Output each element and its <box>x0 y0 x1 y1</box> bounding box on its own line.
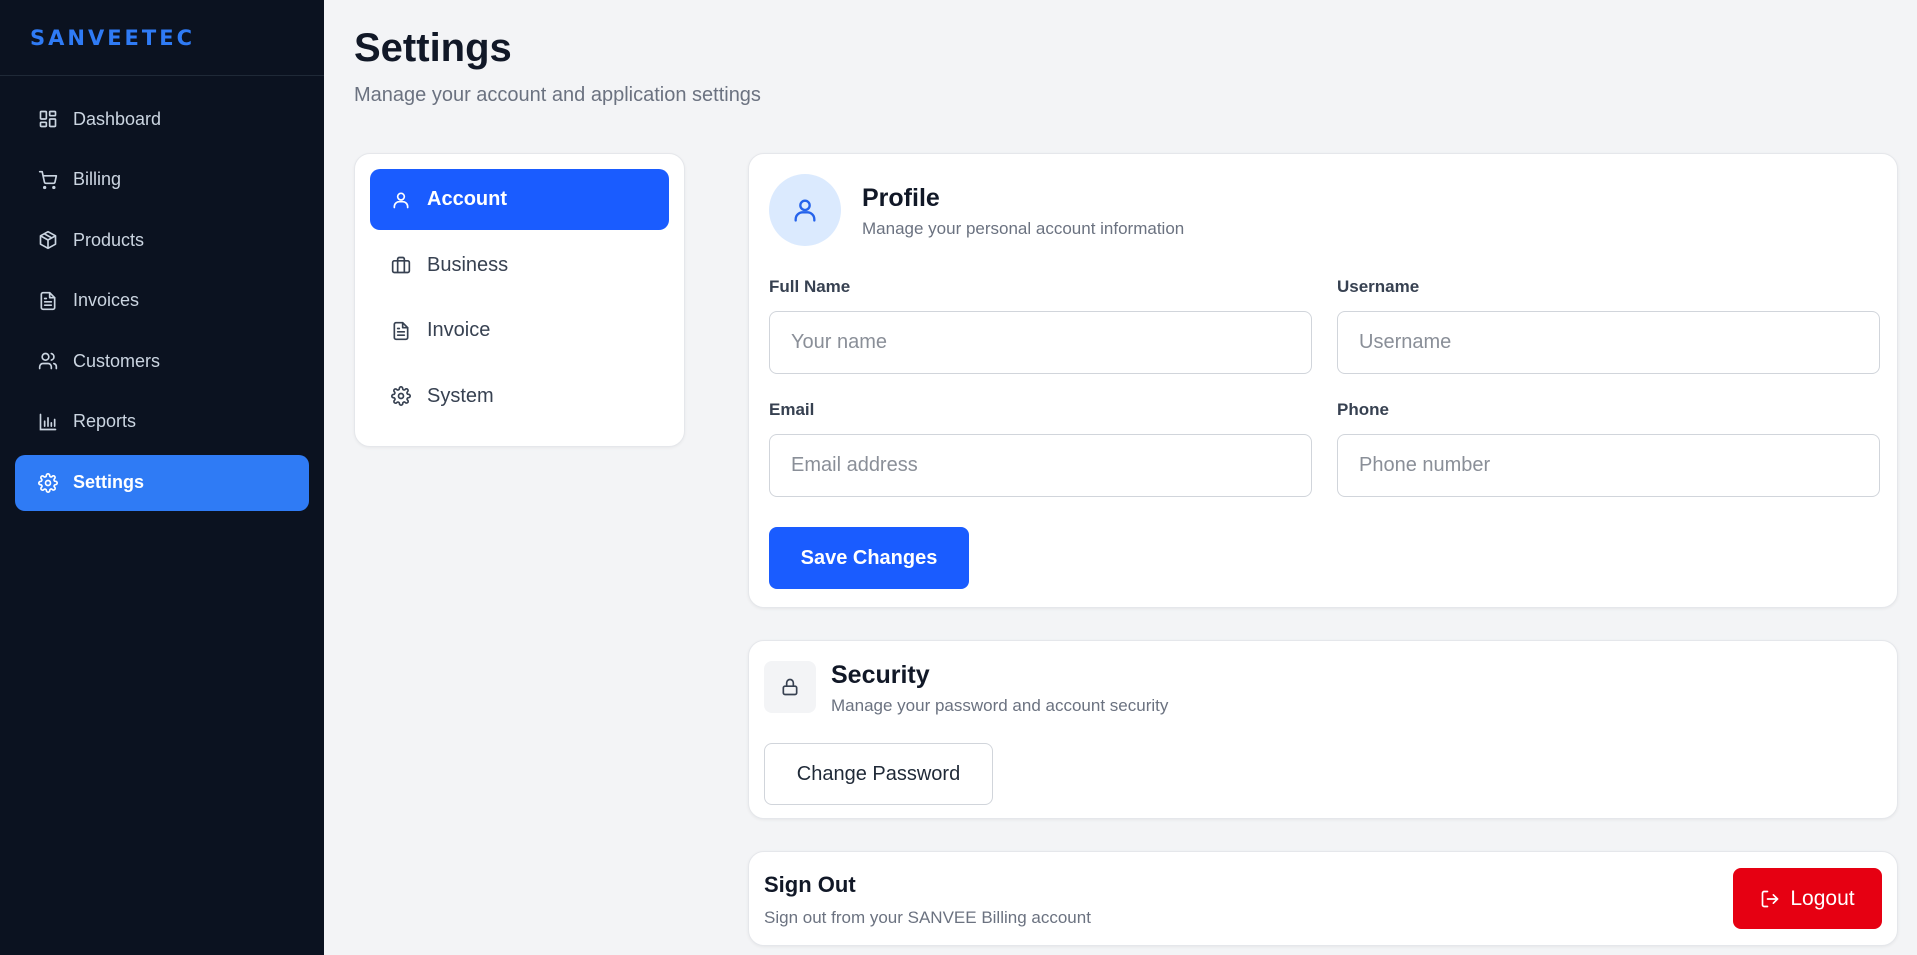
sidebar-item-reports[interactable]: Reports <box>15 394 309 450</box>
avatar <box>769 174 841 246</box>
sidebar-item-label: Products <box>73 229 145 250</box>
username-field-group: Username <box>1337 277 1880 374</box>
lock-icon <box>780 677 800 697</box>
lock-icon-box <box>764 661 816 713</box>
sidebar-item-label: Invoices <box>73 290 140 311</box>
dashboard-icon <box>37 108 59 130</box>
tab-business[interactable]: Business <box>370 235 669 296</box>
profile-title: Profile <box>862 184 940 212</box>
sidebar-nav: Dashboard Billing Products Invoices Cust… <box>0 76 324 511</box>
bar-chart-icon <box>37 411 59 433</box>
cart-icon <box>37 169 59 191</box>
username-input[interactable] <box>1337 311 1880 374</box>
phone-field-group: Phone <box>1337 400 1880 497</box>
sidebar-item-invoices[interactable]: Invoices <box>15 273 309 329</box>
tab-account[interactable]: Account <box>370 169 669 230</box>
security-card: Security Manage your password and accoun… <box>748 640 1898 819</box>
signout-subtitle: Sign out from your SANVEE Billing accoun… <box>764 908 1091 927</box>
sidebar-item-label: Customers <box>73 350 161 371</box>
package-icon <box>37 229 59 251</box>
gear-icon <box>37 472 59 494</box>
security-title: Security <box>831 661 930 689</box>
sidebar-item-label: Billing <box>73 169 122 190</box>
sidebar-item-customers[interactable]: Customers <box>15 333 309 389</box>
email-label: Email <box>769 400 815 419</box>
tab-system[interactable]: System <box>370 366 669 427</box>
file-icon <box>390 320 412 342</box>
tab-label: Invoice <box>427 319 491 341</box>
full-name-label: Full Name <box>769 277 851 296</box>
tab-label: System <box>427 384 494 407</box>
security-subtitle: Manage your password and account securit… <box>831 696 1169 715</box>
sidebar-item-label: Dashboard <box>73 108 162 129</box>
logout-label: Logout <box>1790 886 1855 910</box>
briefcase-icon <box>390 254 412 276</box>
save-changes-button[interactable]: Save Changes <box>769 527 969 589</box>
phone-input[interactable] <box>1337 434 1880 497</box>
tab-invoice[interactable]: Invoice <box>370 300 669 361</box>
sidebar-item-billing[interactable]: Billing <box>15 152 309 208</box>
tab-label: Account <box>427 188 507 210</box>
settings-tabs: Account Business Invoice System <box>354 153 685 447</box>
main-content: Settings Manage your account and applica… <box>324 0 1917 955</box>
users-icon <box>37 350 59 372</box>
page-subtitle: Manage your account and application sett… <box>354 84 761 106</box>
email-input[interactable] <box>769 434 1312 497</box>
logout-button[interactable]: Logout <box>1733 868 1882 929</box>
phone-label: Phone <box>1337 400 1389 419</box>
logout-icon <box>1760 889 1780 909</box>
username-label: Username <box>1337 277 1420 296</box>
sidebar-item-products[interactable]: Products <box>15 212 309 268</box>
sidebar-item-settings[interactable]: Settings <box>15 454 309 511</box>
tab-label: Business <box>427 253 509 276</box>
sidebar-item-dashboard[interactable]: Dashboard <box>15 91 309 147</box>
sidebar: SANVEETEC Dashboard Billing Products Inv… <box>0 0 324 955</box>
brand-logo[interactable]: SANVEETEC <box>0 0 324 76</box>
gear-icon <box>390 385 412 407</box>
sidebar-item-label: Reports <box>73 411 137 432</box>
file-icon <box>37 290 59 312</box>
signout-card: Sign Out Sign out from your SANVEE Billi… <box>748 851 1898 946</box>
page-title: Settings <box>354 26 512 70</box>
profile-subtitle: Manage your personal account information <box>862 219 1185 238</box>
user-icon <box>390 189 412 211</box>
signout-title: Sign Out <box>764 872 856 897</box>
user-icon <box>791 196 819 224</box>
profile-card: Profile Manage your personal account inf… <box>748 153 1898 608</box>
change-password-button[interactable]: Change Password <box>764 743 993 805</box>
full-name-field-group: Full Name <box>769 277 1312 374</box>
sidebar-item-label: Settings <box>73 472 145 493</box>
full-name-input[interactable] <box>769 311 1312 374</box>
email-field-group: Email <box>769 400 1312 497</box>
